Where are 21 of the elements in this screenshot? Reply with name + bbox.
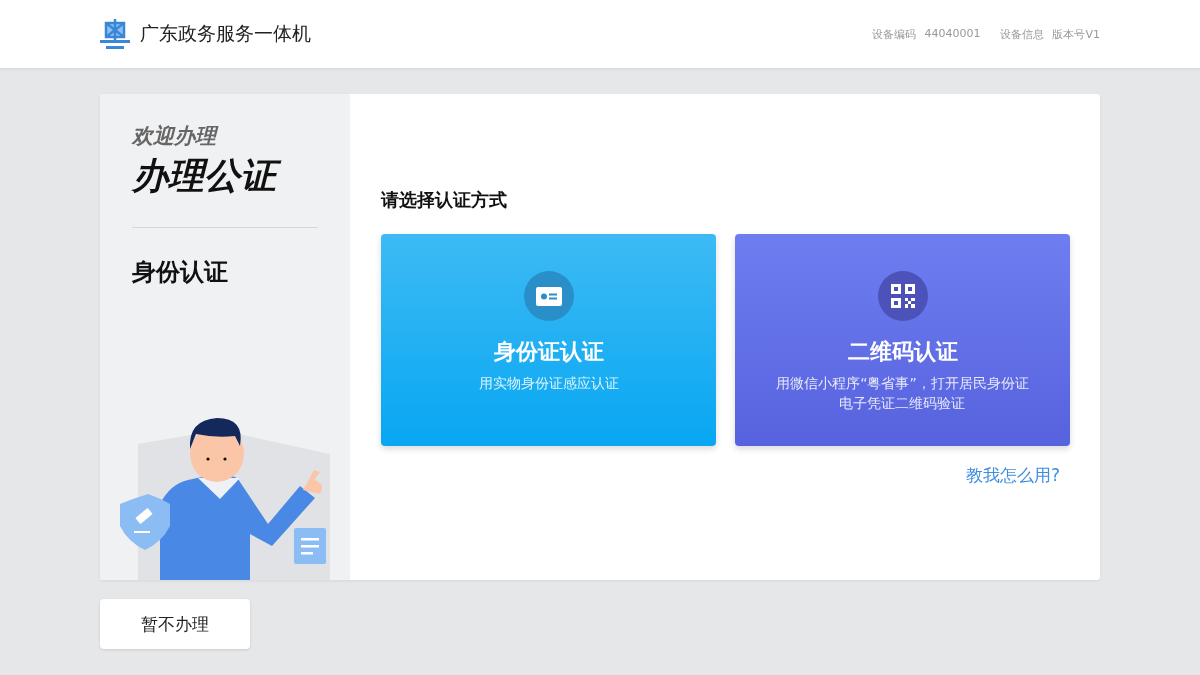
option-description: 电子凭证二维码验证 bbox=[838, 394, 967, 413]
device-info-label: 设备信息 bbox=[1000, 26, 1045, 42]
auth-option-card[interactable]: 二维码认证 用微信小程序“粤省事”，打开居民身份证 电子凭证二维码验证 bbox=[735, 234, 1070, 446]
device-code-label: 设备编码 bbox=[872, 26, 917, 42]
help-link[interactable]: 教我怎么用? bbox=[965, 464, 1060, 487]
step-title: 身份认证 bbox=[132, 257, 229, 288]
service-title: 办理公证 bbox=[132, 152, 350, 201]
option-title: 二维码认证 bbox=[847, 338, 958, 366]
option-description: 用实物身份证感应认证 bbox=[478, 374, 619, 393]
option-description: 用微信小程序“粤省事”，打开居民身份证 bbox=[776, 374, 1029, 393]
qr-code-icon bbox=[890, 284, 915, 308]
app-title: 广东政务服务一体机 bbox=[140, 21, 311, 46]
version-text: 版本号V1 bbox=[1052, 26, 1100, 42]
prompt-heading: 请选择认证方式 bbox=[381, 188, 508, 212]
option-title: 身份证认证 bbox=[493, 338, 604, 366]
logo-icon bbox=[100, 18, 130, 50]
device-code: 44040001 bbox=[924, 26, 981, 42]
auth-option-card[interactable]: 身份证认证 用实物身份证感应认证 bbox=[381, 234, 716, 446]
welcome-text: 欢迎办理 bbox=[132, 122, 350, 150]
id-card-icon bbox=[535, 286, 562, 306]
cancel-button[interactable]: 暂不办理 bbox=[100, 599, 250, 649]
